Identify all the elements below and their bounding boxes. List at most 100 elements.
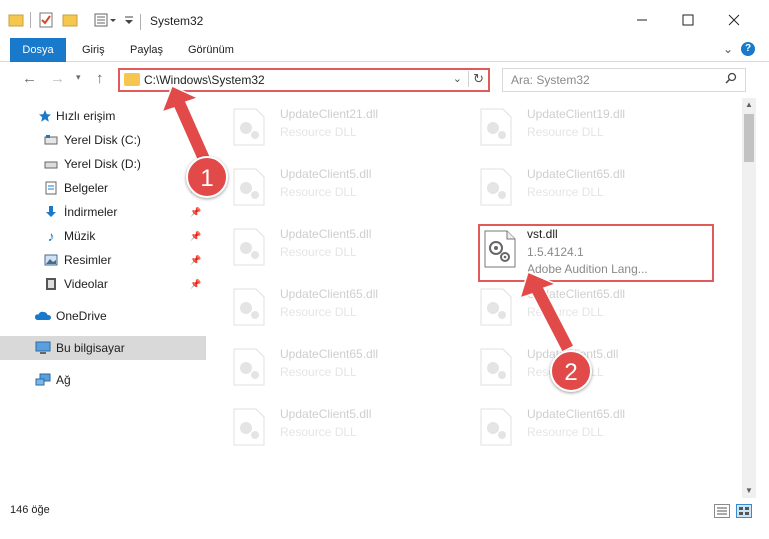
properties-icon[interactable] (38, 12, 54, 31)
sidebar-item-quick-access[interactable]: Hızlı erişim (0, 104, 206, 128)
recent-locations-icon[interactable]: ▾ (76, 72, 81, 83)
close-icon (728, 14, 740, 26)
file-type: Resource DLL (527, 185, 604, 199)
close-button[interactable] (720, 8, 748, 32)
dll-file-icon (479, 108, 513, 146)
highlight-box (478, 224, 714, 282)
sidebar-item-downloads[interactable]: İndirmeler 📌 (0, 200, 206, 224)
sidebar-item-label: İndirmeler (64, 205, 118, 219)
help-icon[interactable]: ? (741, 42, 755, 56)
navigation-pane: Hızlı erişim Yerel Disk (C:) Yerel Disk … (0, 100, 206, 498)
dll-file-icon (232, 168, 266, 206)
tab-share[interactable]: Paylaş (120, 38, 173, 62)
list-item[interactable]: UpdateClient5.dll Resource DLL (214, 160, 444, 212)
list-item[interactable]: UpdateClient65.dll Resource DLL (214, 280, 444, 332)
dll-file-icon (232, 288, 266, 326)
scroll-down-icon[interactable]: ▼ (742, 484, 756, 498)
status-bar: 146 öğe (0, 500, 769, 522)
sidebar-item-label: OneDrive (56, 309, 107, 323)
up-arrow-icon[interactable]: ↑ (96, 70, 104, 87)
minimize-button[interactable] (628, 8, 656, 32)
address-path[interactable]: C:\Windows\System32 (144, 73, 265, 87)
address-dropdown-icon[interactable]: ⌄ (453, 72, 462, 85)
back-arrow-icon[interactable]: ← (22, 70, 37, 87)
list-item[interactable]: UpdateClient19.dll Resource DLL (461, 100, 691, 152)
vertical-scrollbar[interactable]: ▲ ▼ (742, 98, 756, 498)
sidebar-item-this-pc[interactable]: Bu bilgisayar (0, 336, 206, 360)
file-type: Resource DLL (527, 305, 604, 319)
folder-icon (8, 12, 24, 31)
file-type: Resource DLL (280, 425, 357, 439)
sidebar-item-network[interactable]: Ağ (0, 368, 206, 392)
sidebar-item-local-disk-d[interactable]: Yerel Disk (D:) (0, 152, 206, 176)
drive-icon (42, 131, 60, 149)
list-item[interactable]: UpdateClient65.dll Resource DLL (461, 160, 691, 212)
pin-icon[interactable]: 📌 (190, 255, 201, 266)
sidebar-item-pictures[interactable]: Resimler 📌 (0, 248, 206, 272)
list-item[interactable]: UpdateClient65.dll Resource DLL (461, 400, 691, 452)
cloud-icon (34, 307, 52, 325)
file-list: UpdateClient21.dll Resource DLL UpdateCl… (214, 100, 742, 498)
search-placeholder[interactable]: Ara: System32 (511, 73, 590, 87)
list-item[interactable]: UpdateClient5.dll Resource DLL (214, 400, 444, 452)
maximize-icon (682, 14, 694, 26)
list-item[interactable]: UpdateClient21.dll Resource DLL (214, 100, 444, 152)
dll-file-icon (479, 168, 513, 206)
pin-icon[interactable]: 📌 (190, 231, 201, 242)
sidebar-item-music[interactable]: ♪ Müzik 📌 (0, 224, 206, 248)
sidebar-item-videos[interactable]: Videolar 📌 (0, 272, 206, 296)
ribbon-expand-icon[interactable]: ⌄ (723, 42, 733, 56)
ribbon-tabs: Dosya Giriş Paylaş Görünüm ⌄ ? (0, 38, 769, 90)
list-item[interactable]: UpdateClient65.dll Resource DLL (214, 340, 444, 392)
tab-home[interactable]: Giriş (72, 38, 115, 62)
dll-file-icon (479, 288, 513, 326)
sidebar-item-label: Hızlı erişim (56, 109, 116, 123)
scroll-up-icon[interactable]: ▲ (742, 98, 756, 112)
file-type: Resource DLL (280, 245, 357, 259)
file-name: UpdateClient5.dll (280, 227, 372, 241)
tiles-view-icon[interactable] (736, 504, 752, 518)
step-marker-1: 1 (186, 156, 228, 198)
pin-icon[interactable]: 📌 (190, 279, 201, 290)
window-title: System32 (150, 14, 204, 28)
quick-access-dropdown-icon[interactable] (124, 15, 134, 29)
toolbar-divider (30, 12, 31, 28)
dll-file-icon (479, 408, 513, 446)
list-item[interactable]: UpdateClient5.dll Resource DLL (214, 220, 444, 272)
pictures-icon (42, 251, 60, 269)
new-folder-icon[interactable] (62, 12, 78, 31)
sidebar-item-documents[interactable]: Belgeler 📌 (0, 176, 206, 200)
star-icon (36, 107, 54, 125)
refresh-icon[interactable]: ↻ (468, 71, 484, 87)
dll-file-icon (232, 348, 266, 386)
title-bar: System32 (0, 0, 769, 40)
download-icon (42, 203, 60, 221)
file-name: UpdateClient65.dll (527, 287, 626, 301)
details-view-icon[interactable] (714, 504, 730, 518)
pin-icon[interactable]: 📌 (190, 207, 201, 218)
tab-view[interactable]: Görünüm (178, 38, 244, 62)
sidebar-item-label: Ağ (56, 373, 71, 387)
customize-toolbar-icon[interactable] (94, 12, 118, 31)
list-item[interactable]: UpdateClient65.dll Resource DLL (461, 280, 691, 332)
forward-arrow-icon[interactable]: → (50, 70, 65, 87)
sidebar-item-onedrive[interactable]: OneDrive (0, 304, 206, 328)
file-name: UpdateClient65.dll (527, 167, 626, 181)
folder-icon (124, 73, 140, 86)
item-count: 146 öğe (10, 504, 50, 516)
sidebar-item-label: Yerel Disk (C:) (64, 133, 141, 147)
file-name: UpdateClient19.dll (527, 107, 626, 121)
search-box[interactable]: Ara: System32 (502, 68, 746, 92)
dll-file-icon (232, 408, 266, 446)
sidebar-item-label: Belgeler (64, 181, 109, 195)
maximize-button[interactable] (674, 8, 702, 32)
sidebar-item-local-disk-c[interactable]: Yerel Disk (C:) (0, 128, 206, 152)
scroll-thumb[interactable] (744, 114, 754, 162)
file-type: Resource DLL (280, 185, 357, 199)
title-divider (140, 14, 141, 30)
file-type: Resource DLL (527, 425, 604, 439)
search-icon[interactable] (725, 72, 737, 87)
file-name: UpdateClient65.dll (527, 407, 626, 421)
file-name: UpdateClient65.dll (280, 287, 379, 301)
address-bar[interactable]: C:\Windows\System32 ⌄ ↻ (118, 68, 490, 92)
